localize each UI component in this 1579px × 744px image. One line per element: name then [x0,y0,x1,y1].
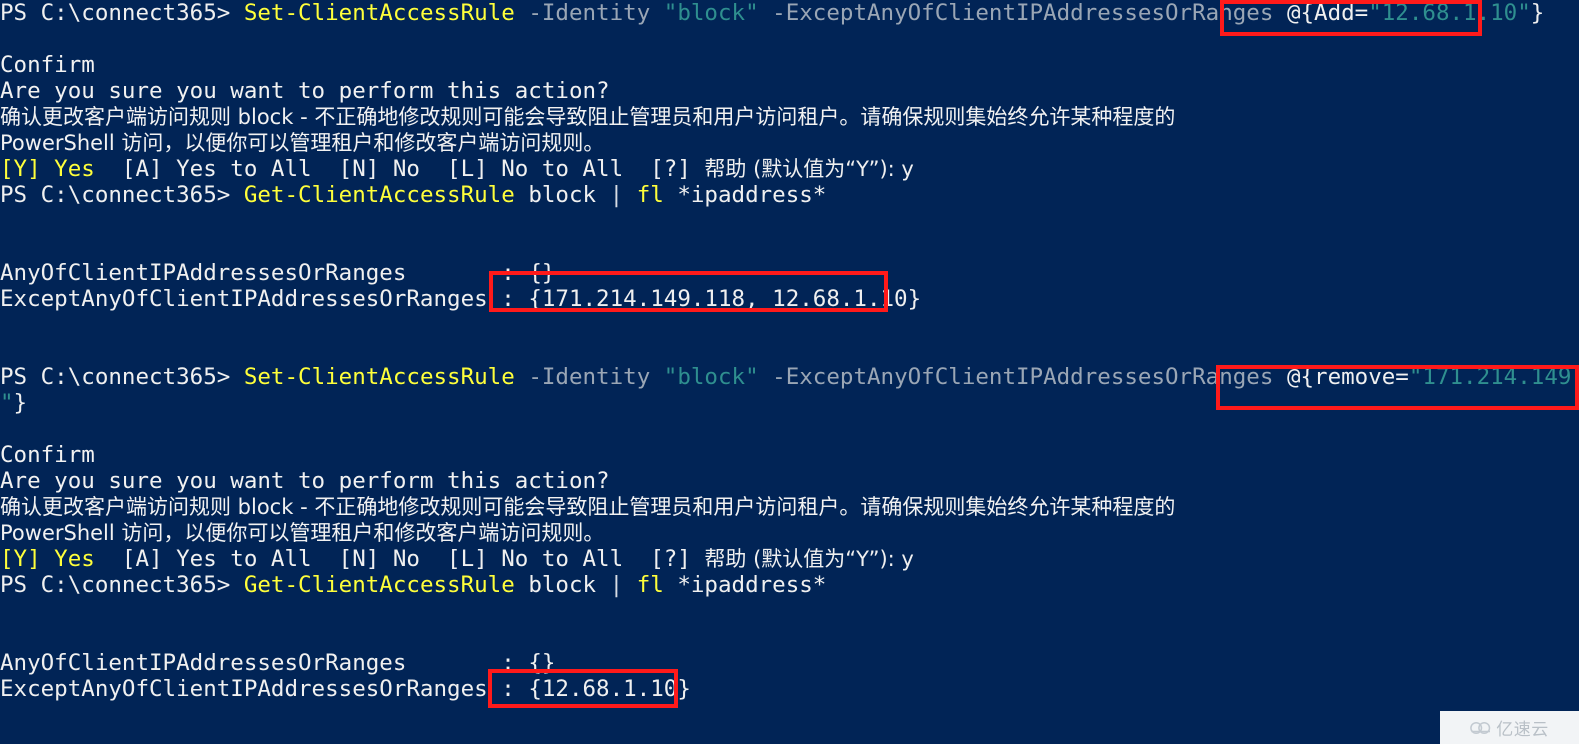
property-key-exceptanyof: ExceptAnyOfClientIPAddressesOrRanges [0,286,488,312]
hashtable-add-close: } [1530,0,1545,26]
value-identity-block: "block" [663,364,759,390]
param-identity: -Identity [514,364,664,390]
choice-yes-default-2: [Y] Yes [0,546,95,572]
choice-help-cjk-1: 帮助 (默认值为“Y”): y [704,157,914,181]
property-separator: : [487,286,529,312]
choice-list-ascii-2: [A] Yes to All [N] No [L] No to All [?] [94,546,705,572]
property-separator: : [406,650,529,676]
prompt-text: PS C:\connect365> [0,182,244,208]
property-value-exceptanyof: {171.214.149.118, 12.68.1.10} [528,286,922,312]
hashtable-remove-value: "171.214.149.118 [1408,364,1579,390]
console-line-command-set-add: PS C:\connect365> Set-ClientAccessRule -… [0,0,1579,26]
cmdlet-get-clientaccessrule: Get-ClientAccessRule [243,182,515,208]
console-line-command-set-remove-wrap: "} [0,390,1579,416]
value-identity-block: "block" [663,0,759,26]
property-value-anyof: {} [528,260,556,286]
choice-help-cjk-2: 帮助 (默认值为“Y”): y [704,547,914,571]
cmdlet-set-clientaccessrule: Set-ClientAccessRule [243,0,515,26]
console-line-confirm-cjk-2b: PowerShell 访问，以便你可以管理租户和修改客户端访问规则。 [0,521,605,545]
hashtable-remove-close: } [13,390,28,416]
property-key-exceptanyof: ExceptAnyOfClientIPAddressesOrRanges [0,676,488,702]
console-line-confirm-choices-2: [Y] Yes [A] Yes to All [N] No [L] No to … [0,546,1579,572]
filter-ipaddress: *ipaddress* [663,182,827,208]
cloud-icon [1470,721,1492,735]
pipe-operator: | [609,572,637,598]
watermark-text: 亿速云 [1496,720,1549,740]
pipe-operator: | [609,182,637,208]
hashtable-add-value: "12.68.1.10" [1368,0,1531,26]
choice-yes-default-1: [Y] Yes [0,156,95,182]
console-line-property-exceptanyof-1: ExceptAnyOfClientIPAddressesOrRanges : {… [0,286,1579,312]
hashtable-add-open: @{Add= [1286,0,1369,26]
property-key-anyof: AnyOfClientIPAddressesOrRanges [0,650,407,676]
console-line-property-exceptanyof-2: ExceptAnyOfClientIPAddressesOrRanges : {… [0,676,1579,702]
powershell-console-screenshot: PS C:\connect365> Set-ClientAccessRule -… [0,0,1579,744]
watermark: 亿速云 [1440,711,1579,744]
property-separator: : [406,260,529,286]
console-line-confirm-question-1: Are you sure you want to perform this ac… [0,78,610,104]
console-line-confirm-cjk-1a: 确认更改客户端访问规则 block - 不正确地修改规则可能会导致阻止管理员和用… [0,105,1176,129]
console-line-property-anyof-2: AnyOfClientIPAddressesOrRanges : {} [0,650,1579,676]
property-value-anyof: {} [528,650,556,676]
console-line-command-get-2: PS C:\connect365> Get-ClientAccessRule b… [0,572,1579,598]
console-line-confirm-cjk-1b: PowerShell 访问，以便你可以管理租户和修改客户端访问规则。 [0,131,605,155]
console-line-confirm-choices-1: [Y] Yes [A] Yes to All [N] No [L] No to … [0,156,1579,182]
param-exceptanyof: -ExceptAnyOfClientIPAddressesOrRanges [758,364,1287,390]
console-line-confirm-heading-1: Confirm [0,52,95,78]
console-text-area[interactable]: PS C:\connect365> Set-ClientAccessRule -… [0,0,1579,744]
prompt-text: PS C:\connect365> [0,572,244,598]
param-identity: -Identity [514,0,664,26]
filter-ipaddress: *ipaddress* [663,572,827,598]
property-value-exceptanyof: {12.68.1.10} [528,676,691,702]
property-separator: : [487,676,529,702]
arg-rule-name-block: block [514,572,610,598]
console-line-command-set-remove: PS C:\connect365> Set-ClientAccessRule -… [0,364,1579,390]
hashtable-remove-open: @{remove= [1286,364,1409,390]
choice-list-ascii-1: [A] Yes to All [N] No [L] No to All [?] [94,156,705,182]
cmdlet-format-list: fl [636,572,664,598]
cmdlet-get-clientaccessrule: Get-ClientAccessRule [243,572,515,598]
console-line-command-get-1: PS C:\connect365> Get-ClientAccessRule b… [0,182,1579,208]
console-line-property-anyof-1: AnyOfClientIPAddressesOrRanges : {} [0,260,1579,286]
prompt-text: PS C:\connect365> [0,0,244,26]
prompt-text: PS C:\connect365> [0,364,244,390]
console-line-confirm-cjk-2a: 确认更改客户端访问规则 block - 不正确地修改规则可能会导致阻止管理员和用… [0,495,1176,519]
cmdlet-set-clientaccessrule: Set-ClientAccessRule [243,364,515,390]
console-line-confirm-question-2: Are you sure you want to perform this ac… [0,468,610,494]
property-key-anyof: AnyOfClientIPAddressesOrRanges [0,260,407,286]
cmdlet-format-list: fl [636,182,664,208]
param-exceptanyof: -ExceptAnyOfClientIPAddressesOrRanges [758,0,1287,26]
console-line-confirm-heading-2: Confirm [0,442,95,468]
arg-rule-name-block: block [514,182,610,208]
hashtable-remove-value-wrap: " [0,390,14,416]
